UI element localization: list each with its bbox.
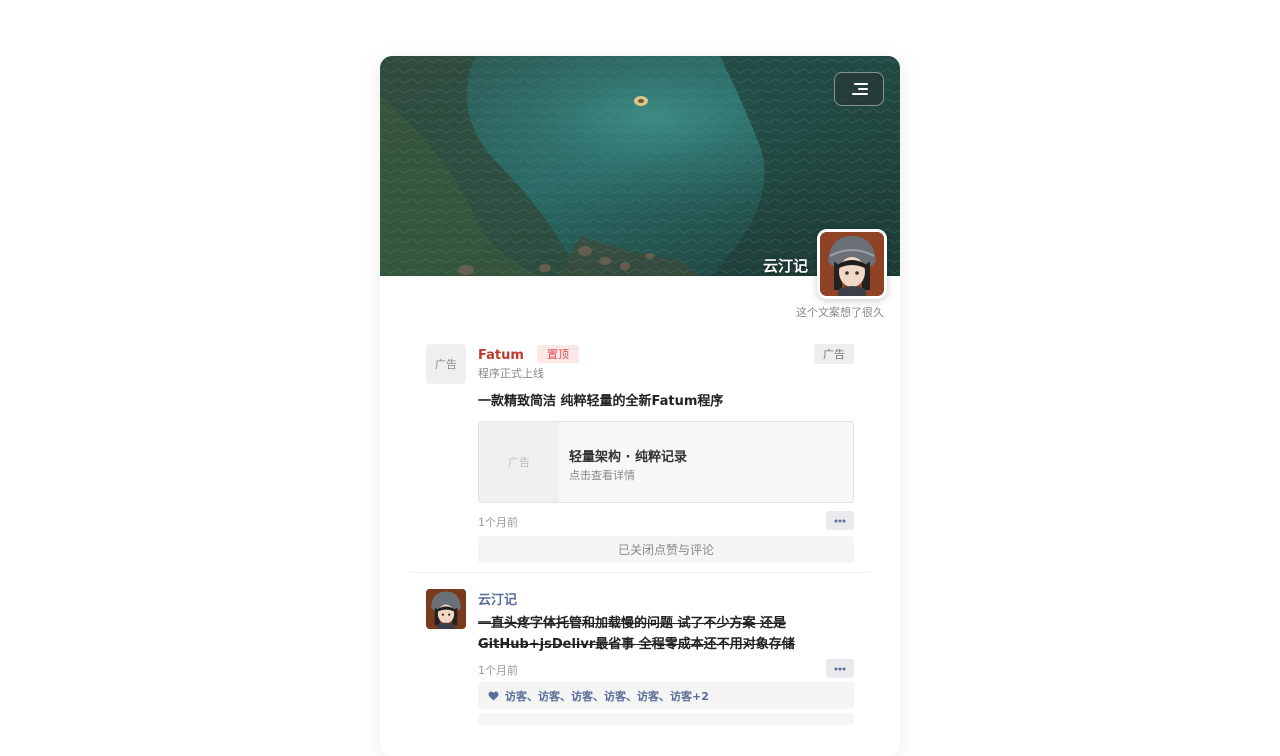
- comment-area: [478, 713, 854, 725]
- post-item: 云汀记 一直头疼字体托管和加载慢的问题 试了不少方案 还是 GitHub+jsD…: [426, 589, 854, 756]
- post-item: 广告 Fatum 置顶 广告 程序正式上线 一款精致简洁 纯粹轻量的全新Fatu…: [426, 344, 854, 566]
- post-avatar[interactable]: 广告: [426, 344, 466, 384]
- more-button[interactable]: [826, 659, 854, 678]
- post-subtitle: 程序正式上线: [478, 367, 544, 380]
- avatar-illustration: [820, 232, 884, 296]
- likes-bar: 访客、访客、访客、访客、访客、访客+2: [478, 682, 854, 709]
- tagline: 这个文案想了很久: [796, 306, 884, 319]
- heart-icon: [488, 691, 499, 701]
- post-divider: [410, 572, 870, 573]
- avatar-illustration: [426, 589, 466, 629]
- profile-card: 云汀记 这个文案想了很久 广告 Fatum 置顶 广告 程序正式上线 一款精致简…: [380, 56, 900, 756]
- link-thumbnail: 广告: [479, 422, 559, 502]
- comments-closed-bar: 已关闭点赞与评论: [478, 536, 854, 563]
- post-avatar[interactable]: [426, 589, 466, 629]
- link-card[interactable]: 广告 轻量架构 · 纯粹记录 点击查看详情: [478, 421, 854, 503]
- avatar[interactable]: [817, 229, 887, 299]
- menu-button[interactable]: [834, 72, 884, 106]
- pinned-badge: 置顶: [537, 345, 579, 363]
- post-content: 一款精致简洁 纯粹轻量的全新Fatum程序: [478, 394, 724, 409]
- link-title: 轻量架构 · 纯粹记录: [569, 450, 687, 465]
- post-content-line: 一直头疼字体托管和加载慢的问题 试了不少方案 还是: [478, 616, 787, 631]
- more-dots-icon: [834, 667, 846, 670]
- more-button[interactable]: [826, 511, 854, 530]
- ad-badge: 广告: [814, 344, 854, 364]
- post-time: 1个月前: [478, 664, 518, 677]
- likes-list[interactable]: 访客、访客、访客、访客、访客、访客+2: [505, 688, 709, 704]
- menu-icon: [852, 83, 868, 95]
- post-content-line: GitHub+jsDelivr最省事 全程零成本还不用对象存储: [478, 637, 795, 652]
- post-author[interactable]: Fatum: [478, 348, 524, 363]
- post-time: 1个月前: [478, 516, 518, 529]
- post-author[interactable]: 云汀记: [478, 589, 517, 608]
- more-dots-icon: [834, 519, 846, 522]
- site-name: 云汀记: [762, 257, 808, 275]
- boat-icon: [634, 96, 648, 106]
- link-subtitle: 点击查看详情: [569, 469, 635, 482]
